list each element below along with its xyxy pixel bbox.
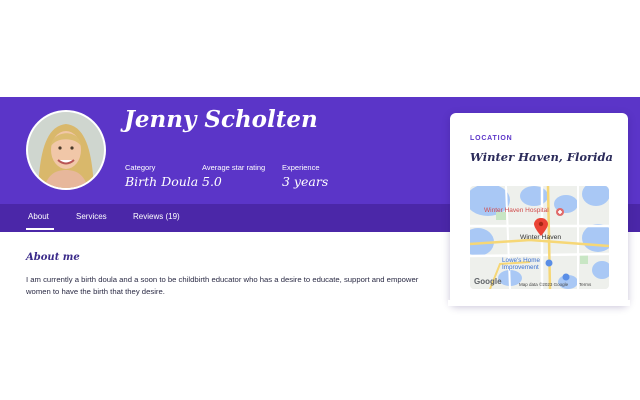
location-map[interactable]: Winter Haven Hospital Winter Haven Lowe'… [470, 186, 609, 289]
profile-name: Jenny Scholten [124, 106, 318, 133]
location-value: Winter Haven, Florida [470, 150, 613, 164]
avatar [26, 110, 106, 190]
stat-experience-value: 3 years [282, 174, 329, 189]
about-heading: About me [26, 252, 80, 263]
map-place-hospital: Winter Haven Hospital [484, 207, 549, 214]
google-logo: Google [474, 277, 502, 286]
stat-experience-label: Experience [282, 163, 320, 172]
tab-active-indicator [26, 228, 54, 230]
stat-category-value: Birth Doula [125, 174, 199, 189]
about-text: I am currently a birth doula and a soon … [26, 275, 419, 296]
location-label: LOCATION [470, 135, 513, 142]
avatar-photo [28, 112, 104, 188]
location-card: LOCATION Winter Haven, Florida Winter Ha… [450, 113, 628, 305]
card-bottom-edge [448, 300, 630, 306]
stat-rating-value: 5.0 [202, 174, 222, 189]
map-place-city: Winter Haven [520, 234, 562, 241]
tab-about[interactable]: About [28, 212, 49, 221]
map-terms-link[interactable]: Terms [579, 282, 591, 287]
tab-reviews[interactable]: Reviews (19) [133, 212, 180, 221]
stat-rating-label: Average star rating [202, 163, 266, 172]
stat-category-label: Category [125, 163, 156, 172]
tab-services[interactable]: Services [76, 212, 107, 221]
map-place-store: Lowe's Home Improvement [502, 257, 540, 271]
map-attribution: Map data ©2023 Google [519, 282, 569, 287]
